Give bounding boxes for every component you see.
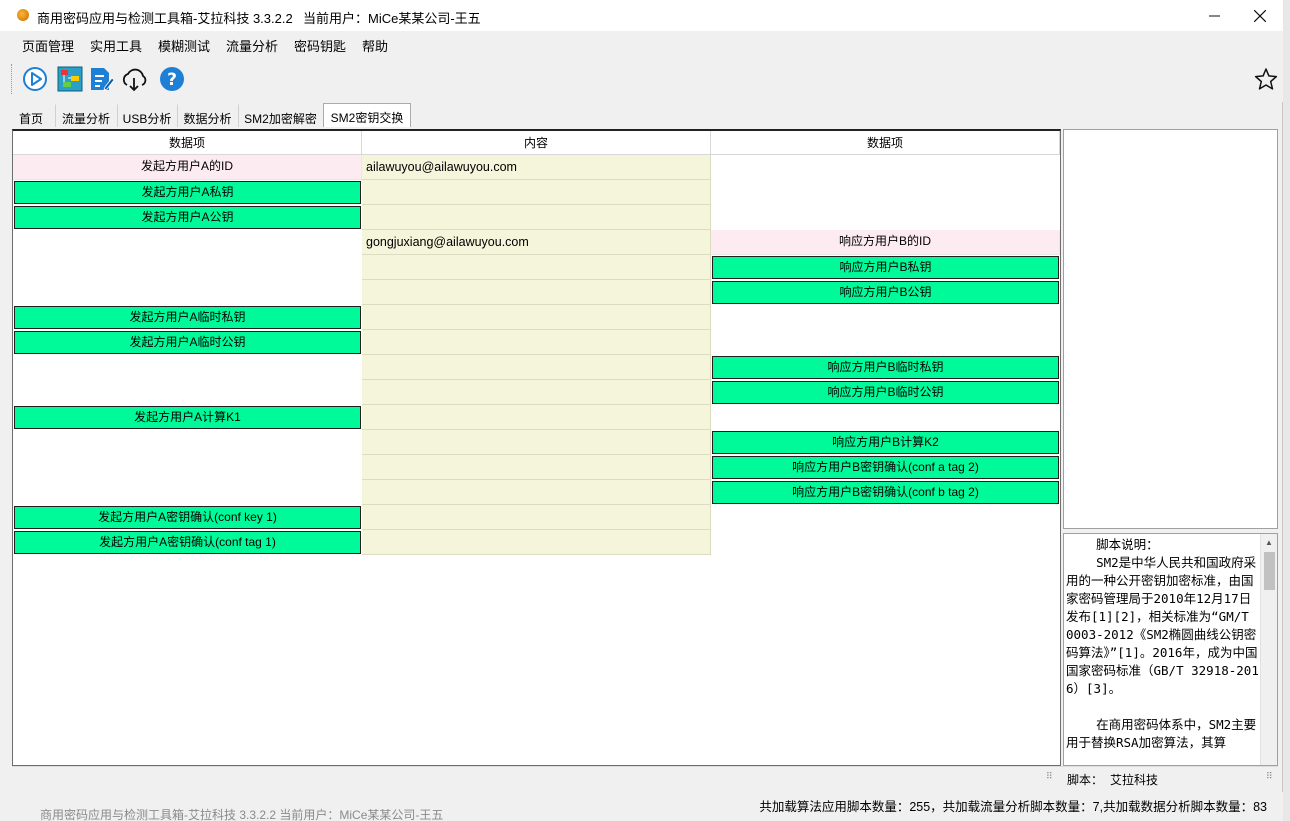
scroll-up-icon[interactable]: ▲ (1261, 534, 1277, 551)
grid-header: 数据项 内容 数据项 (13, 131, 1060, 155)
content-cell[interactable] (362, 305, 711, 330)
menu-page-management[interactable]: 页面管理 (22, 36, 74, 55)
taskbar-ghost-text: 商用密码应用与检测工具箱-艾拉科技 3.3.2.2 当前用户：MiCe某某公司-… (40, 808, 444, 821)
initiator-item-cell[interactable]: 发起方用户A公钥 (14, 206, 361, 229)
content-cell[interactable] (362, 355, 711, 380)
responder-item-cell[interactable]: 响应方用户B公钥 (712, 281, 1059, 304)
content-cell[interactable] (362, 280, 711, 305)
script-status-bar: ⠿ 脚本： 艾拉科技 ⠿ (12, 766, 1278, 788)
initiator-item-cell[interactable]: 发起方用户A临时公钥 (14, 331, 361, 354)
key-exchange-grid: 数据项 内容 数据项 发起方用户A的ID ailawuyou@ailawuyou.… (12, 129, 1061, 766)
current-user: 当前用户：MiCe某某公司-王五 (303, 11, 481, 26)
window-title: 商用密码应用与检测工具箱-艾拉科技 3.3.2.2 (37, 11, 293, 26)
main-status-bar: 商用密码应用与检测工具箱-艾拉科技 3.3.2.2 当前用户：MiCe某某公司-… (0, 792, 1283, 821)
initiator-item-cell[interactable]: 发起方用户A密钥确认(conf key 1) (14, 506, 361, 529)
edit-button[interactable] (87, 65, 115, 93)
close-button[interactable] (1237, 0, 1283, 31)
responder-item-cell[interactable]: 响应方用户B的ID (711, 230, 1060, 255)
responder-item-cell[interactable]: 响应方用户B临时私钥 (712, 356, 1059, 379)
responder-item-cell[interactable]: 响应方用户B计算K2 (712, 431, 1059, 454)
content-cell[interactable] (362, 205, 711, 230)
background-strip (1283, 0, 1290, 821)
initiator-item-cell[interactable]: 发起方用户A的ID (13, 155, 362, 180)
help-button[interactable]: ? (158, 65, 186, 93)
cloud-download-icon (122, 68, 147, 92)
svg-text:?: ? (167, 70, 177, 90)
toolbar: ? (0, 56, 1283, 102)
menu-traffic-analysis[interactable]: 流量分析 (226, 36, 278, 55)
content-cell[interactable]: gongjuxiang@ailawuyou.com (362, 230, 711, 255)
content-cell[interactable] (362, 455, 711, 480)
star-icon (1254, 68, 1278, 90)
header-content[interactable]: 内容 (362, 131, 711, 155)
content-cell[interactable] (362, 330, 711, 355)
script-author: 艾拉科技 (1110, 773, 1159, 787)
app-logo-icon (17, 9, 29, 21)
initiator-item-cell[interactable]: 发起方用户A临时私钥 (14, 306, 361, 329)
network-button[interactable] (56, 65, 84, 93)
description-scrollbar[interactable]: ▲ (1260, 534, 1277, 765)
tab-home[interactable]: 首页 (8, 104, 54, 127)
tab-sm2-encrypt-decrypt[interactable]: SM2加密解密 (238, 104, 323, 127)
favorite-button[interactable] (1252, 65, 1280, 93)
menu-help[interactable]: 帮助 (362, 36, 388, 55)
menu-fuzz-testing[interactable]: 模糊测试 (158, 36, 210, 55)
content-cell[interactable] (362, 505, 711, 530)
network-icon (57, 66, 83, 92)
content-cell[interactable] (362, 530, 711, 555)
tab-usb-analysis[interactable]: USB分析 (117, 104, 177, 127)
menu-utilities[interactable]: 实用工具 (90, 36, 142, 55)
play-icon (23, 67, 47, 91)
initiator-item-cell[interactable]: 发起方用户A计算K1 (14, 406, 361, 429)
minimize-icon (1208, 15, 1220, 17)
preview-panel (1063, 129, 1278, 529)
responder-item-cell[interactable]: 响应方用户B私钥 (712, 256, 1059, 279)
resize-grip-icon: ⠿ (1266, 771, 1273, 781)
tab-traffic-analysis[interactable]: 流量分析 (55, 104, 117, 127)
menu-bar: 页面管理 实用工具 模糊测试 流量分析 密码钥匙 帮助 (0, 31, 1283, 56)
minimize-button[interactable] (1191, 0, 1237, 31)
close-icon (1254, 9, 1266, 22)
content-cell[interactable]: ailawuyou@ailawuyou.com (362, 155, 711, 180)
cloud-download-button[interactable] (120, 65, 148, 93)
initiator-item-cell[interactable]: 发起方用户A私钥 (14, 181, 361, 204)
app-window: 商用密码应用与检测工具箱-艾拉科技 3.3.2.2 当前用户：MiCe某某公司-… (0, 0, 1283, 821)
resize-grip-icon: ⠿ (1046, 771, 1053, 781)
content-cell[interactable] (362, 255, 711, 280)
tab-sm2-key-exchange[interactable]: SM2密钥交换 (323, 103, 411, 127)
script-description-panel: 脚本说明： SM2是中华人民共和国政府采用的一种公开密钥加密标准，由国家密码管理… (1063, 533, 1278, 766)
toolbar-grip (11, 64, 13, 94)
content-cell[interactable] (362, 405, 711, 430)
content-cell[interactable] (362, 430, 711, 455)
script-counts: 共加载算法应用脚本数量：255，共加载流量分析脚本数量：7,共加载数据分析脚本数… (759, 800, 1267, 814)
initiator-item-cell[interactable]: 发起方用户A密钥确认(conf tag 1) (14, 531, 361, 554)
script-label: 脚本： (1067, 773, 1104, 787)
responder-item-cell[interactable]: 响应方用户B密钥确认(conf a tag 2) (712, 456, 1059, 479)
title-bar: 商用密码应用与检测工具箱-艾拉科技 3.3.2.2 当前用户：MiCe某某公司-… (0, 0, 1283, 31)
edit-doc-icon (91, 68, 114, 91)
menu-crypto-key[interactable]: 密码钥匙 (294, 36, 346, 55)
responder-item-cell[interactable]: 响应方用户B临时公钥 (712, 381, 1059, 404)
tab-data-analysis[interactable]: 数据分析 (177, 104, 238, 127)
responder-item-cell[interactable]: 响应方用户B密钥确认(conf b tag 2) (712, 481, 1059, 504)
run-button[interactable] (21, 65, 49, 93)
scroll-thumb[interactable] (1264, 552, 1275, 590)
help-icon: ? (160, 67, 184, 91)
content-cell[interactable] (362, 380, 711, 405)
header-responder-items[interactable]: 数据项 (711, 131, 1060, 155)
header-initiator-items[interactable]: 数据项 (13, 131, 362, 155)
content-cell[interactable] (362, 480, 711, 505)
content-cell[interactable] (362, 180, 711, 205)
script-description-text: 脚本说明： SM2是中华人民共和国政府采用的一种公开密钥加密标准，由国家密码管理… (1066, 537, 1259, 750)
